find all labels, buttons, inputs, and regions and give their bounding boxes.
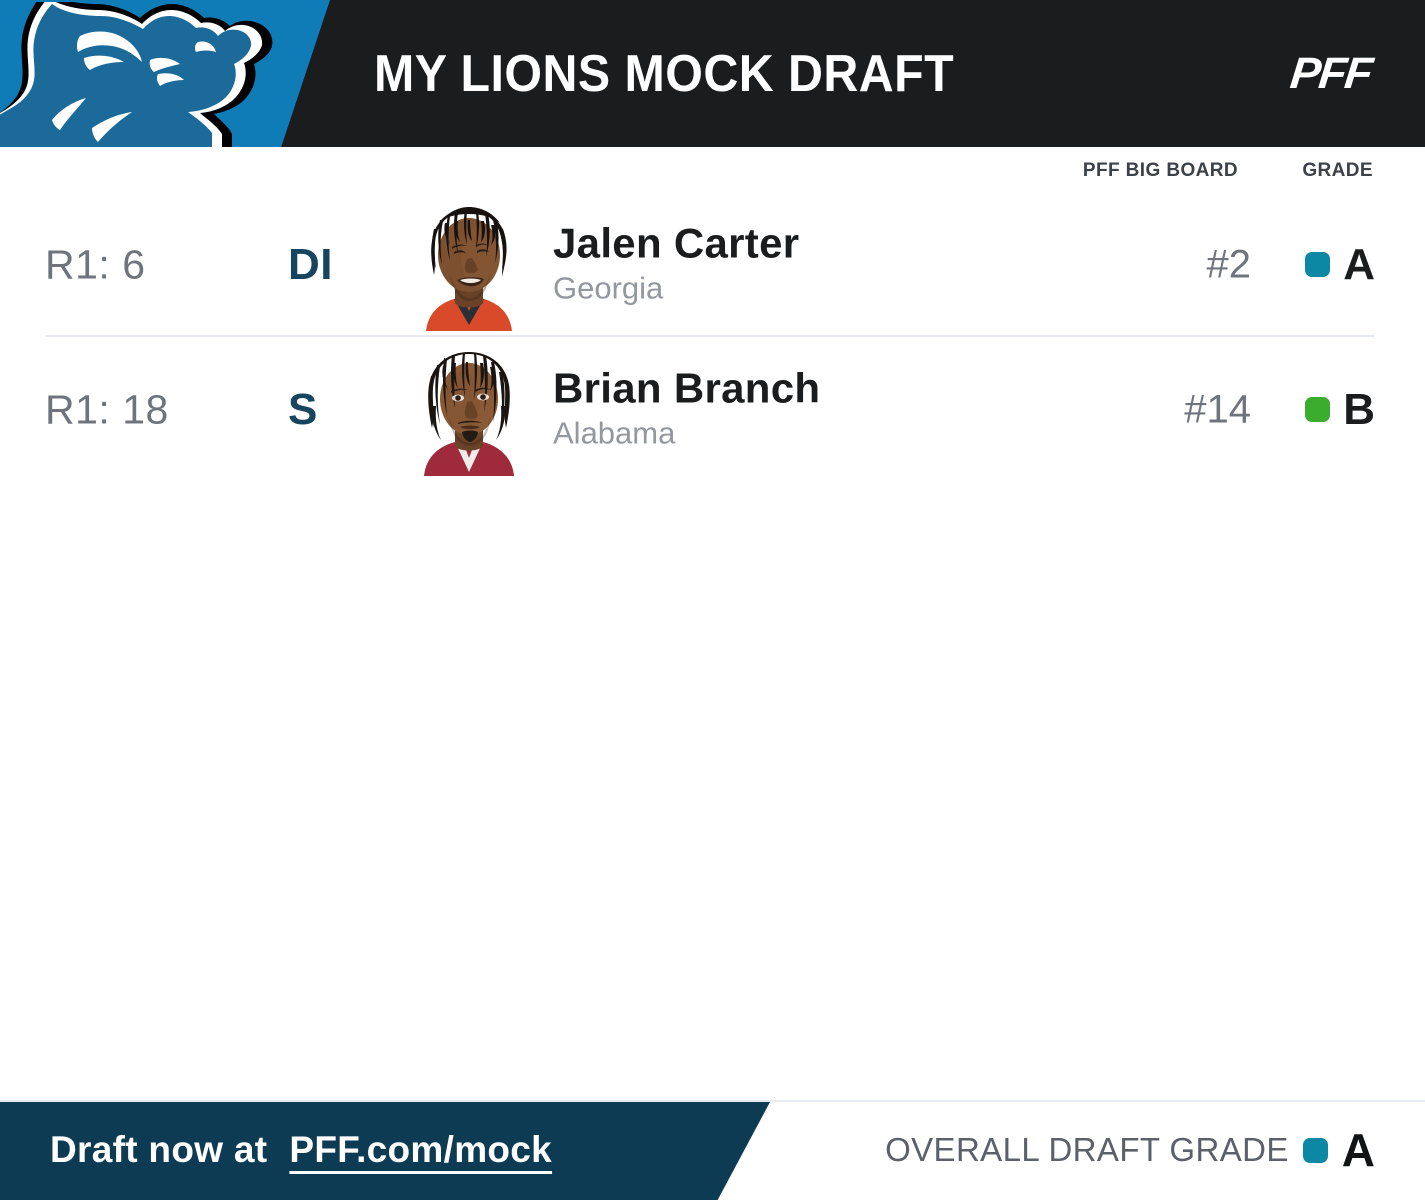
detroit-lions-logo-icon	[0, 2, 292, 147]
column-header-grade: GRADE	[1302, 160, 1373, 181]
pick-number: R1: 6	[45, 241, 146, 287]
player-school: Alabama	[553, 415, 676, 451]
player-info: Jalen Carter Georgia	[553, 219, 800, 308]
grade-letter: A	[1343, 239, 1375, 289]
player-school: Georgia	[553, 270, 664, 306]
grade-letter: B	[1343, 384, 1375, 434]
page-header: MY LIONS MOCK DRAFT PFF	[0, 0, 1425, 147]
overall-draft-grade: OVERALL DRAFT GRADE A	[885, 1127, 1375, 1173]
player-name: Jalen Carter	[553, 219, 800, 267]
footer-cta: Draft now at PFF.com/mock	[50, 1129, 552, 1171]
pff-logo-text: PFF	[1287, 48, 1374, 98]
grade-cell: B	[1305, 384, 1375, 434]
player-headshot-icon	[410, 344, 528, 476]
player-headshot-icon	[410, 199, 528, 331]
table-row[interactable]: R1: 6 DI Jalen Carter Georgia #2 A	[0, 192, 1425, 337]
footer-cta-link[interactable]: PFF.com/mock	[289, 1129, 552, 1171]
player-info: Brian Branch Alabama	[553, 364, 821, 453]
page-title: MY LIONS MOCK DRAFT	[374, 44, 955, 103]
grade-color-dot	[1305, 397, 1331, 422]
grade-cell: A	[1305, 239, 1375, 289]
footer-divider	[0, 1100, 1425, 1102]
overall-grade-color-dot	[1302, 1137, 1328, 1163]
table-row[interactable]: R1: 18 S Brian Branch Alabama #14 B	[0, 337, 1425, 482]
grade-color-dot	[1305, 252, 1331, 277]
team-logo-panel	[0, 0, 330, 147]
big-board-rank: #14	[1184, 387, 1251, 431]
player-position: S	[288, 384, 318, 434]
overall-draft-grade-label: OVERALL DRAFT GRADE	[885, 1131, 1289, 1168]
overall-grade-letter: A	[1341, 1124, 1375, 1176]
page-footer: Draft now at PFF.com/mock OVERALL DRAFT …	[0, 1100, 1425, 1200]
big-board-rank: #2	[1206, 242, 1252, 286]
column-header-big-board: PFF BIG BOARD	[1082, 160, 1238, 181]
column-headers: PFF BIG BOARD GRADE	[0, 160, 1425, 190]
pick-number: R1: 18	[45, 386, 169, 432]
player-position: DI	[288, 239, 333, 289]
footer-cta-label: Draft now at	[50, 1129, 268, 1170]
pff-logo-icon: PFF	[1288, 0, 1373, 147]
player-name: Brian Branch	[553, 364, 821, 412]
draft-pick-list: R1: 6 DI Jalen Carter Georgia #2 A R1: 1…	[0, 192, 1425, 482]
